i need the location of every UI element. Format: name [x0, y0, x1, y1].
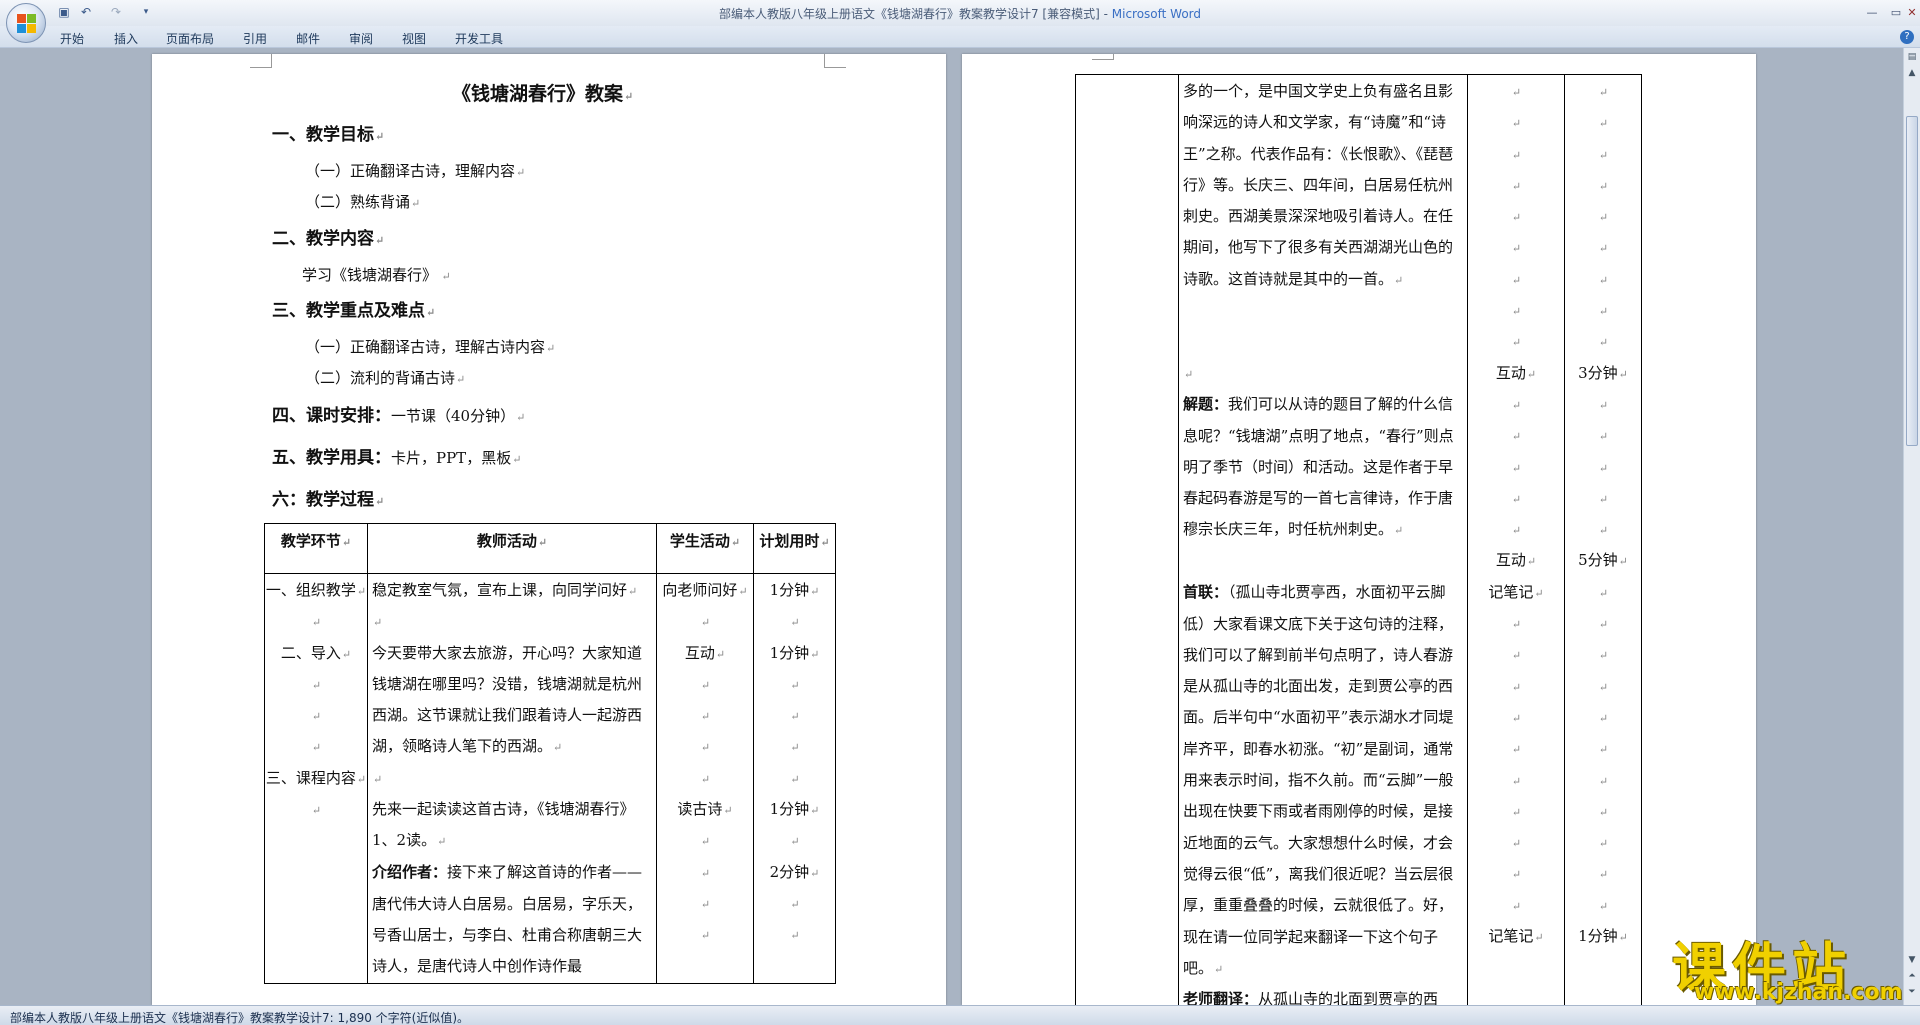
document-page-2[interactable]: 多的一个，是中国文学史上负有盛名且影响深远的诗人和文学家，有“诗魔”和“诗王”之…	[962, 54, 1756, 1017]
crop-mark	[250, 54, 272, 68]
crop-mark	[824, 54, 846, 68]
lesson-table-2: 多的一个，是中国文学史上负有盛名且影响深远的诗人和文学家，有“诗魔”和“诗王”之…	[1075, 74, 1642, 1017]
table-header-row: 教学环节↵ 教师活动↵ 学生活动↵ 计划用时↵	[264, 523, 836, 574]
ribbon-tabs: 开始 插入 页面布局 引用 邮件 审阅 视图 开发工具 ?	[0, 26, 1920, 48]
table-cell: 1分钟↵ ↵ 1分钟↵ ↵ ↵ ↵ ↵ 1分钟↵ ↵ 2分钟↵ ↵ ↵	[753, 573, 836, 984]
tab-review[interactable]: 审阅	[349, 30, 373, 47]
ruler-toggle-icon[interactable]: ▤	[1905, 50, 1919, 64]
header-cell: 计划用时↵	[753, 523, 836, 574]
table-cell: 向老师问好↵ ↵ 互动↵ ↵ ↵ ↵ ↵ 读古诗↵ ↵ ↵ ↵ ↵	[656, 573, 754, 984]
watermark-url: www.kjzhan.com	[1694, 980, 1903, 1005]
lesson-table-1: 教学环节↵ 教师活动↵ 学生活动↵ 计划用时↵ 一、组织教学↵ ↵ 二、导入↵ …	[264, 523, 836, 984]
section-heading: 四、课时安排：一节课（40分钟）↵	[272, 406, 526, 426]
table-cell: 多的一个，是中国文学史上负有盛名且影响深远的诗人和文学家，有“诗魔”和“诗王”之…	[1178, 74, 1468, 1017]
paragraph: （一）正确翻译古诗，理解内容↵	[305, 162, 526, 180]
header-cell: 教师活动↵	[367, 523, 657, 574]
close-button[interactable]: ✕	[1900, 3, 1920, 21]
help-icon[interactable]: ?	[1900, 30, 1914, 44]
document-page-1[interactable]: 《钱塘湖春行》教案↵ 一、教学目标↵ （一）正确翻译古诗，理解内容↵ （二）熟练…	[152, 54, 946, 1005]
paragraph: 学习《钱塘湖春行》 ↵	[302, 266, 451, 284]
scroll-up-icon[interactable]: ▲	[1905, 66, 1919, 80]
header-cell: 学生活动↵	[656, 523, 754, 574]
watermark-logo: 课件站 www.kjzhan.com	[1672, 924, 1908, 1005]
section-heading: 五、教学用具：卡片，PPT，黑板↵	[272, 448, 522, 468]
table-cell: ↵ ↵ ↵ ↵ ↵ ↵ ↵ ↵ ↵ 3分钟↵ ↵ ↵ ↵ ↵ ↵ 5分钟↵ ↵ ↵ ↵ ↵ ↵ ↵ ↵ ↵ ↵ ↵ ↵ 1分…	[1564, 74, 1642, 1017]
table-row: 多的一个，是中国文学史上负有盛名且影响深远的诗人和文学家，有“诗魔”和“诗王”之…	[1075, 74, 1642, 1017]
tab-references[interactable]: 引用	[243, 30, 267, 47]
table-cell	[1075, 74, 1179, 1017]
office-logo-icon	[17, 14, 37, 34]
table-row: 一、组织教学↵ ↵ 二、导入↵ ↵ ↵ ↵ 三、课程内容↵ ↵ 稳定教室气氛，宣…	[264, 573, 836, 984]
paragraph: （二）流利的背诵古诗↵	[305, 369, 466, 387]
tab-view[interactable]: 视图	[402, 30, 426, 47]
section-heading: 三、教学重点及难点↵	[272, 301, 436, 321]
section-heading: 二、教学内容↵	[272, 229, 385, 249]
tab-developer[interactable]: 开发工具	[455, 30, 503, 47]
table-cell: 稳定教室气氛，宣布上课，向同学问好↵ ↵ 今天要带大家去旅游，开心吗？大家知道钱…	[367, 573, 657, 984]
tab-page-layout[interactable]: 页面布局	[166, 30, 214, 47]
minimize-button[interactable]: —	[1860, 3, 1884, 21]
status-text: 部编本人教版八年级上册语文《钱塘湖春行》教案教学设计7: 1,890 个字符(近…	[10, 1011, 470, 1025]
tab-mailings[interactable]: 邮件	[296, 30, 320, 47]
office-button[interactable]	[6, 3, 46, 43]
tab-insert[interactable]: 插入	[114, 30, 138, 47]
tab-home[interactable]: 开始	[60, 30, 84, 47]
status-bar: 部编本人教版八年级上册语文《钱塘湖春行》教案教学设计7: 1,890 个字符(近…	[0, 1005, 1920, 1025]
section-heading: 一、教学目标↵	[272, 125, 385, 145]
table-cell: 一、组织教学↵ ↵ 二、导入↵ ↵ ↵ ↵ 三、课程内容↵ ↵	[264, 573, 368, 984]
paragraph: （二）熟练背诵↵	[305, 193, 421, 211]
section-heading: 六：教学过程↵	[272, 490, 385, 510]
crop-mark	[1092, 54, 1114, 60]
document-title: 《钱塘湖春行》教案↵	[452, 83, 634, 105]
window-title: 部编本人教版八年级上册语文《钱塘湖春行》教案教学设计7 [兼容模式] - Mic…	[718, 7, 1202, 21]
scroll-thumb[interactable]	[1906, 116, 1918, 446]
paragraph: （一）正确翻译古诗，理解古诗内容↵	[305, 338, 556, 356]
vertical-scrollbar[interactable]: ▤ ▲ ▼ ⏶ ⏷	[1903, 48, 1920, 1005]
header-cell: 教学环节↵	[264, 523, 368, 574]
table-cell: ↵ ↵ ↵ ↵ ↵ ↵ ↵ ↵ ↵ 互动↵ ↵ ↵ ↵ ↵ ↵ 互动↵ 记笔记↵ ↵ ↵ ↵ ↵ ↵ ↵ ↵ ↵ ↵ ↵ …	[1467, 74, 1565, 1017]
title-bar: ▣ ↶ ↷ ▾ 部编本人教版八年级上册语文《钱塘湖春行》教案教学设计7 [兼容模…	[0, 0, 1920, 43]
